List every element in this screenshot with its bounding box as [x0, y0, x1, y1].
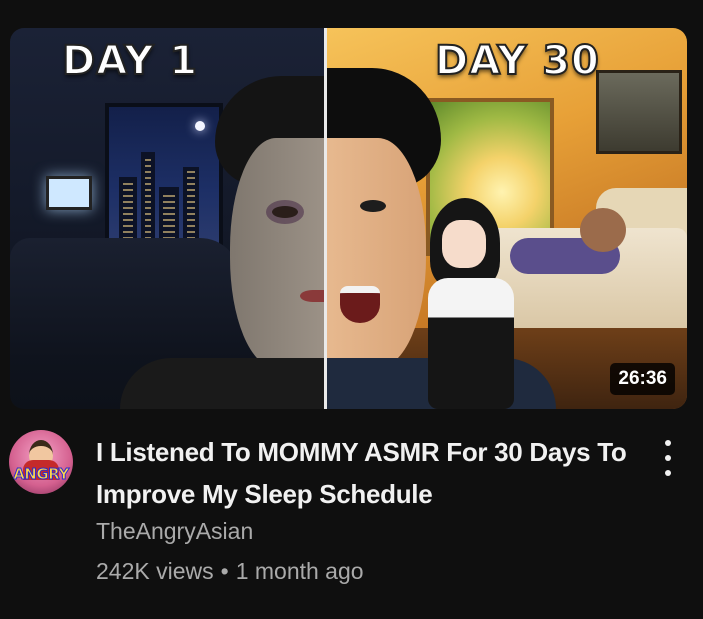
- anime-girl-lying: [510, 208, 630, 288]
- building: [141, 152, 155, 247]
- video-thumbnail[interactable]: DAY 1 DAY 30 26:36: [10, 28, 687, 409]
- upload-age: 1 month ago: [235, 558, 364, 584]
- anime-girl-body: [428, 278, 514, 409]
- building: [119, 177, 137, 247]
- smiling-mouth: [340, 286, 380, 323]
- menu-dot: [665, 455, 671, 461]
- day-30-label: DAY 30: [434, 37, 600, 85]
- anime-girl-whispering: [410, 198, 520, 409]
- separator-dot: •: [220, 558, 229, 584]
- person-face-tired: [230, 138, 326, 368]
- bruised-eye: [272, 206, 298, 218]
- menu-dot: [665, 440, 671, 446]
- menu-dot: [665, 470, 671, 476]
- building: [183, 167, 199, 247]
- video-title[interactable]: I Listened To MOMMY ASMR For 30 Days To …: [96, 431, 636, 515]
- night-window: [105, 103, 223, 251]
- more-vert-icon[interactable]: [655, 440, 681, 476]
- view-count: 242K views: [96, 558, 214, 584]
- computer-monitor: [46, 176, 92, 210]
- night-bed: [10, 238, 240, 358]
- eye: [360, 200, 386, 212]
- channel-avatar[interactable]: ANGRY: [9, 430, 73, 494]
- video-stats: 242K views • 1 month ago: [96, 558, 364, 585]
- duration-badge: 26:36: [610, 363, 675, 395]
- wall-painting: [596, 70, 682, 154]
- video-card: DAY 1 DAY 30 26:36 ANGRY I Listened To M…: [0, 0, 703, 619]
- split-divider: [324, 28, 327, 409]
- mouth: [300, 290, 326, 302]
- day-1-label: DAY 1: [61, 37, 199, 85]
- avatar-logo-text: ANGRY: [13, 465, 70, 484]
- moon: [195, 121, 205, 131]
- shirt: [120, 358, 326, 409]
- anime-girl-face: [442, 220, 486, 268]
- channel-name[interactable]: TheAngryAsian: [96, 518, 253, 545]
- anime-girl-hair: [580, 208, 626, 252]
